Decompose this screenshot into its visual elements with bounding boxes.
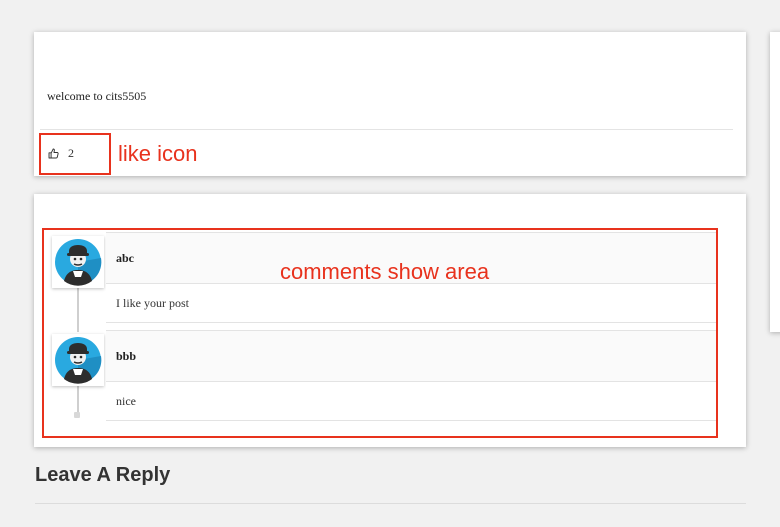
reply-divider	[35, 503, 746, 504]
side-panel-card	[770, 32, 780, 332]
like-annotation-label: like icon	[118, 141, 198, 166]
post-divider	[40, 129, 733, 130]
reply-heading: Leave A Reply	[35, 464, 171, 486]
comments-annotation-label: comments show area	[280, 259, 490, 284]
post-content: welcome to cits5505	[47, 89, 147, 103]
like-annotation-box	[39, 133, 111, 175]
